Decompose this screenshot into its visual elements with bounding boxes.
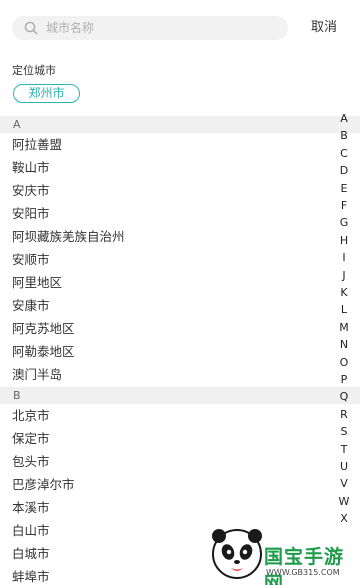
index-letter-d[interactable]: D — [336, 164, 352, 181]
city-item[interactable]: 阿拉善盟 — [0, 134, 330, 156]
search-input[interactable] — [46, 18, 276, 38]
city-item[interactable]: 阿克苏地区 — [0, 318, 330, 340]
index-letter-g[interactable]: G — [336, 216, 352, 233]
index-letter-h[interactable]: H — [336, 234, 352, 251]
index-letter-e[interactable]: E — [336, 182, 352, 199]
watermark-url: WWW.GB315.COM — [266, 568, 340, 577]
city-item[interactable]: 鞍山市 — [0, 157, 330, 179]
index-letter-v[interactable]: V — [336, 477, 352, 494]
index-letter-f[interactable]: F — [336, 199, 352, 216]
index-letter-b[interactable]: B — [336, 129, 352, 146]
city-item[interactable]: 阿里地区 — [0, 272, 330, 294]
search-box[interactable] — [12, 16, 288, 40]
city-item[interactable]: 包头市 — [0, 451, 330, 473]
city-item[interactable]: 本溪市 — [0, 497, 330, 519]
index-letter-q[interactable]: Q — [336, 390, 352, 407]
index-letter-i[interactable]: I — [336, 251, 352, 268]
watermark: 国宝手游网 WWW.GB315.COM — [198, 524, 360, 585]
index-letter-k[interactable]: K — [336, 286, 352, 303]
city-item[interactable]: 澳门半岛 — [0, 364, 330, 386]
index-letter-t[interactable]: T — [336, 443, 352, 460]
index-letter-l[interactable]: L — [336, 303, 352, 320]
cancel-button[interactable]: 取消 — [304, 18, 344, 38]
index-letter-j[interactable]: J — [336, 269, 352, 286]
section-header-a: A — [0, 116, 360, 133]
index-letter-r[interactable]: R — [336, 408, 352, 425]
city-item[interactable]: 安阳市 — [0, 203, 330, 225]
search-bar: 取消 — [0, 0, 360, 56]
index-letter-s[interactable]: S — [336, 425, 352, 442]
index-letter-n[interactable]: N — [336, 338, 352, 355]
city-item[interactable]: 安庆市 — [0, 180, 330, 202]
city-item[interactable]: 保定市 — [0, 428, 330, 450]
location-title: 定位城市 — [12, 64, 56, 77]
alphabet-index-bar[interactable]: A B C D E F G H I J K L M N O P Q R S T … — [336, 112, 352, 532]
city-item[interactable]: 阿勒泰地区 — [0, 341, 330, 363]
city-item[interactable]: 安康市 — [0, 295, 330, 317]
index-letter-w[interactable]: W — [336, 495, 352, 512]
section-header-b: B — [0, 387, 360, 404]
index-letter-c[interactable]: C — [336, 147, 352, 164]
index-letter-a[interactable]: A — [336, 112, 352, 129]
city-item[interactable]: 北京市 — [0, 405, 330, 427]
search-icon — [24, 21, 38, 35]
index-letter-m[interactable]: M — [336, 321, 352, 338]
city-item[interactable]: 阿坝藏族羌族自治州 — [0, 226, 330, 248]
index-letter-p[interactable]: P — [336, 373, 352, 390]
watermark-brand: 国宝手游网 — [264, 546, 345, 585]
located-city-chip[interactable]: 郑州市 — [13, 84, 80, 103]
panda-logo-icon — [212, 529, 262, 579]
index-letter-u[interactable]: U — [336, 460, 352, 477]
index-letter-o[interactable]: O — [336, 356, 352, 373]
city-item[interactable]: 巴彦淖尔市 — [0, 474, 330, 496]
city-item[interactable]: 安顺市 — [0, 249, 330, 271]
